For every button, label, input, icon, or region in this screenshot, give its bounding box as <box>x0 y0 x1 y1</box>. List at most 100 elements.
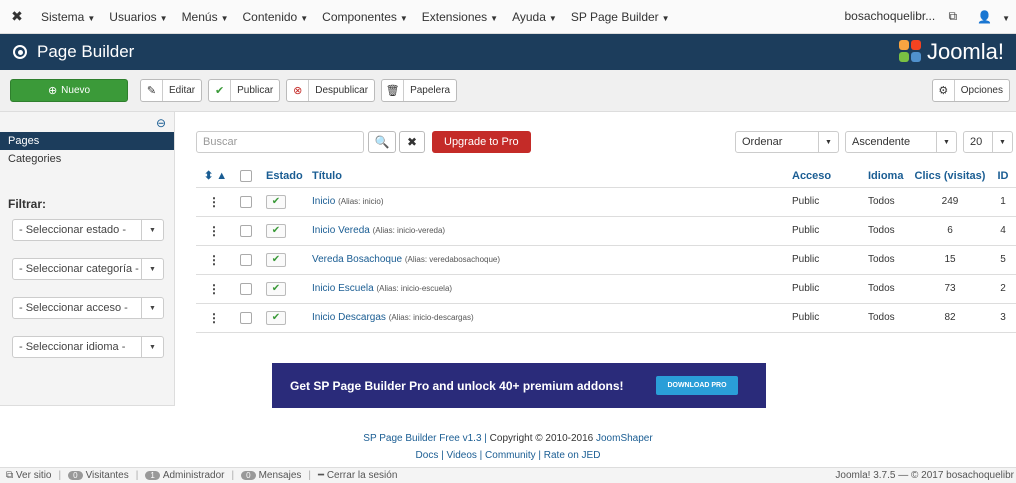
admin-menu: Sistema ▼ Usuarios ▼ Menús ▼ Contenido ▼ Com… <box>34 10 677 24</box>
promo-banner[interactable]: Get SP Page Builder Pro and unlock 40+ p… <box>272 363 766 408</box>
collapse-sidebar-icon[interactable]: ⊖ <box>156 116 166 130</box>
messages-count-badge: 0 <box>241 471 256 480</box>
clics-header[interactable]: Clics (visitas) <box>910 165 990 188</box>
external-link-icon: ⧉ <box>948 9 958 23</box>
user-menu[interactable]: 👤 ▼ <box>967 10 1010 24</box>
messages-status[interactable]: 0 Mensajes <box>241 470 301 481</box>
menu-componentes[interactable]: Componentes ▼ <box>315 10 415 24</box>
filter-language-select[interactable]: - Seleccionar idioma - ▼ <box>12 336 164 358</box>
estado-header[interactable]: Estado <box>266 165 312 188</box>
clear-button[interactable]: ✖ <box>399 131 425 153</box>
page-alias: (Alias: inicio) <box>338 197 384 206</box>
page-title-link[interactable]: Inicio Escuela <box>312 283 374 294</box>
admin-count-badge: 1 <box>145 471 160 480</box>
menu-contenido[interactable]: Contenido ▼ <box>236 10 316 24</box>
page-alias: (Alias: inicio-vereda) <box>372 226 446 235</box>
page-alias: (Alias: veredabosachoque) <box>404 255 501 264</box>
search-input[interactable]: Buscar <box>196 131 364 153</box>
caret-down-icon: ▼ <box>548 13 557 23</box>
caret-down-icon: ▼ <box>141 337 163 357</box>
row-checkbox[interactable] <box>240 224 252 237</box>
select-all-checkbox[interactable] <box>240 169 252 182</box>
drag-handle-icon[interactable]: ⋮ <box>208 224 220 238</box>
page-builder-icon <box>13 45 27 59</box>
joomshaper-link[interactable]: JoomShaper <box>596 433 653 444</box>
row-checkbox[interactable] <box>240 311 252 324</box>
menu-ayuda[interactable]: Ayuda ▼ <box>505 10 564 24</box>
order-select[interactable]: Ordenar ▼ <box>735 131 839 153</box>
direction-select[interactable]: Ascendente ▼ <box>845 131 957 153</box>
published-toggle[interactable]: ✔ <box>266 194 286 209</box>
minus-icon: ━ <box>318 470 325 481</box>
close-icon: ✖ <box>406 135 418 149</box>
joomla-logo: Joomla! <box>898 39 1004 65</box>
caret-down-icon: ▼ <box>992 132 1012 152</box>
credits-line: SP Page Builder Free v1.3 | Copyright © … <box>363 433 653 444</box>
new-button[interactable]: ⊕ Nuevo <box>10 79 128 102</box>
published-toggle[interactable]: ✔ <box>266 252 286 267</box>
download-pro-button[interactable]: DOWNLOAD PRO <box>656 376 738 395</box>
upgrade-button[interactable]: Upgrade to Pro <box>432 131 531 153</box>
page-title-link[interactable]: Vereda Bosachoque <box>312 254 402 265</box>
search-button[interactable]: 🔍 <box>368 131 396 153</box>
page-title-link[interactable]: Inicio <box>312 196 335 207</box>
idioma-header[interactable]: Idioma <box>868 165 910 188</box>
language-cell: Todos <box>868 274 910 304</box>
access-cell: Public <box>792 216 868 246</box>
menu-sistema[interactable]: Sistema ▼ <box>34 10 102 24</box>
id-cell: 2 <box>990 274 1016 304</box>
publish-button[interactable]: ✔ Publicar <box>208 79 281 102</box>
sidebar-item-categories[interactable]: Categories <box>0 150 174 168</box>
drag-handle-icon[interactable]: ⋮ <box>208 195 220 209</box>
unpublish-button[interactable]: ⊗ Despublicar <box>286 79 376 102</box>
trash-button[interactable]: 🗑 Papelera <box>381 79 458 102</box>
row-checkbox[interactable] <box>240 282 252 295</box>
titulo-header[interactable]: Título <box>312 165 792 188</box>
options-button[interactable]: ⚙ Opciones <box>931 79 1010 102</box>
id-cell: 3 <box>990 303 1016 333</box>
admins-status[interactable]: 1 Administrador <box>145 470 225 481</box>
sidebar-item-pages[interactable]: Pages <box>0 132 174 150</box>
menu-sp-page-builder[interactable]: SP Page Builder ▼ <box>564 10 677 24</box>
external-link-icon: ⧉ <box>6 470 14 481</box>
page-title-link[interactable]: Inicio Descargas <box>312 312 386 323</box>
drag-handle-icon[interactable]: ⋮ <box>208 253 220 267</box>
sort-ordering-header[interactable]: ⬍ ▲ <box>196 165 240 188</box>
published-toggle[interactable]: ✔ <box>266 223 286 238</box>
caret-down-icon: ▼ <box>399 13 408 23</box>
status-bar: ⧉ Ver sitio | 0 Visitantes | 1 Administrad… <box>0 467 1016 483</box>
drag-handle-icon[interactable]: ⋮ <box>208 282 220 296</box>
edit-button[interactable]: ✎ Editar <box>140 79 203 102</box>
filter-heading: Filtrar: <box>8 197 47 211</box>
site-link[interactable]: bosachoquelibr... ⧉ <box>834 9 957 24</box>
acceso-header[interactable]: Acceso <box>792 165 868 188</box>
joomla-menu-icon[interactable]: ✖ <box>0 0 34 34</box>
caret-down-icon: ▼ <box>141 259 163 279</box>
row-checkbox[interactable] <box>240 253 252 266</box>
menu-usuarios[interactable]: Usuarios ▼ <box>102 10 174 24</box>
visitors-status[interactable]: 0 Visitantes <box>68 470 129 481</box>
menu-extensiones[interactable]: Extensiones ▼ <box>415 10 505 24</box>
filter-state-select[interactable]: - Seleccionar estado - ▼ <box>12 219 164 241</box>
view-site-link[interactable]: ⧉ Ver sitio <box>6 470 52 481</box>
id-header[interactable]: ID <box>990 165 1016 188</box>
language-cell: Todos <box>868 303 910 333</box>
filter-category-select[interactable]: - Seleccionar categoría - ▼ <box>12 258 164 280</box>
menu-menus[interactable]: Menús ▼ <box>175 10 236 24</box>
logout-link[interactable]: ━ Cerrar la sesión <box>318 470 397 481</box>
page-title-link[interactable]: Inicio Vereda <box>312 225 370 236</box>
language-cell: Todos <box>868 245 910 275</box>
limit-select[interactable]: 20 ▼ <box>963 131 1013 153</box>
published-toggle[interactable]: ✔ <box>266 281 286 296</box>
published-toggle[interactable]: ✔ <box>266 310 286 325</box>
sidebar: ⊖ Pages Categories Filtrar: - Selecciona… <box>0 112 175 406</box>
caret-down-icon: ▼ <box>818 132 838 152</box>
access-cell: Public <box>792 245 868 275</box>
drag-handle-icon[interactable]: ⋮ <box>208 311 220 325</box>
help-links[interactable]: Docs | Videos | Community | Rate on JED <box>0 450 1016 461</box>
row-checkbox[interactable] <box>240 195 252 208</box>
sppb-version-link[interactable]: SP Page Builder Free v1.3 | <box>363 433 489 444</box>
filter-access-select[interactable]: - Seleccionar acceso - ▼ <box>12 297 164 319</box>
table-header: ⬍ ▲ Estado Título Acceso Idioma Clics (v… <box>196 165 1016 188</box>
version-text: Joomla! 3.7.5 — © 2017 bosachoquelibr <box>835 470 1014 481</box>
